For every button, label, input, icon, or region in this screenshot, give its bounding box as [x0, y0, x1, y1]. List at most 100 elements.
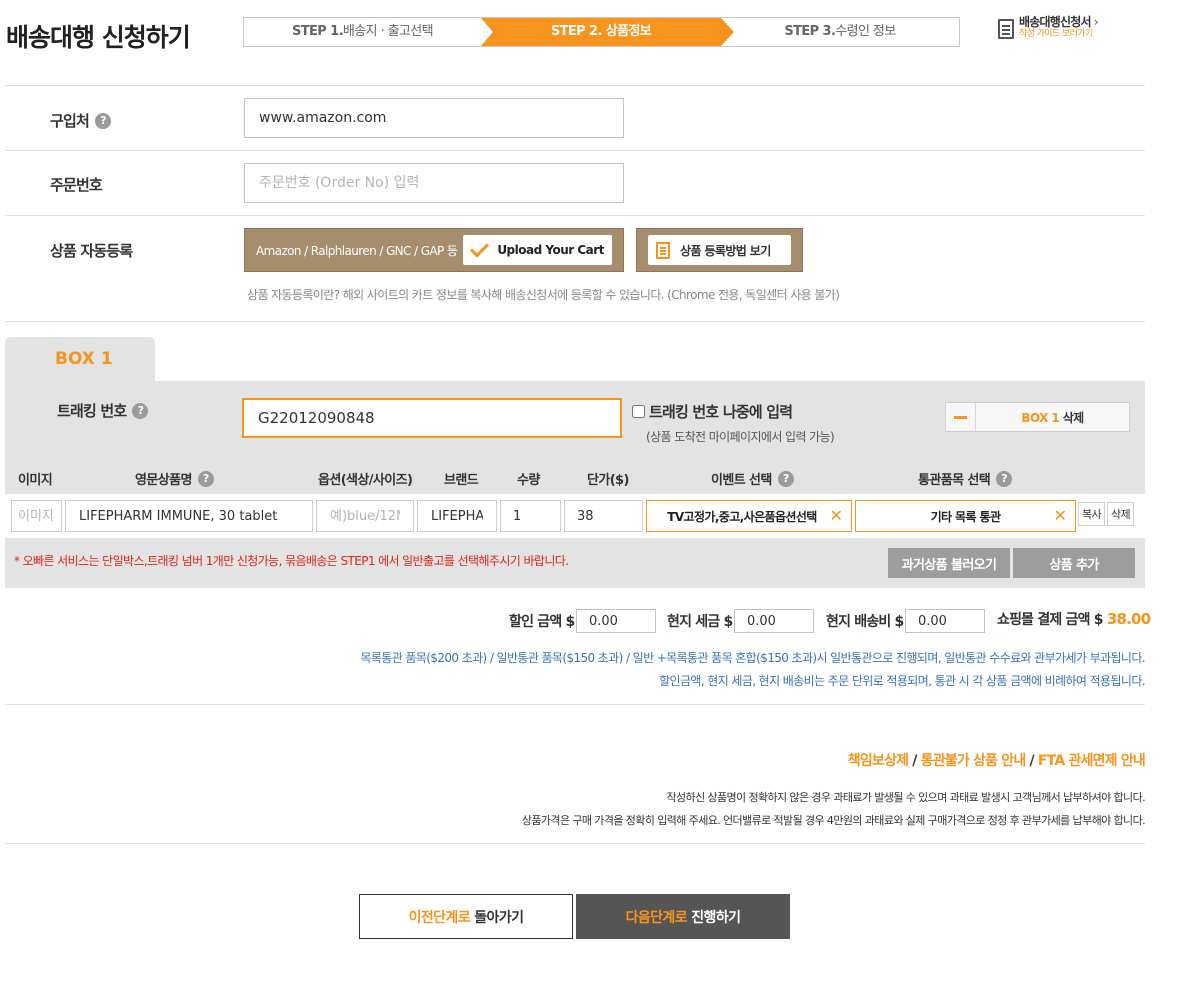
- divider: [5, 150, 1145, 151]
- step-1: STEP 1.배송지 · 출고선택: [244, 18, 481, 46]
- step-2-label: 상품정보: [605, 24, 652, 39]
- price-input[interactable]: [564, 500, 643, 532]
- brand-input[interactable]: [417, 500, 497, 532]
- price-warning: 상품가격은 구매 가격을 정확히 입력해 주세요. 언더밸류로 적발될 경우 4…: [521, 814, 1146, 827]
- prohibited-items-link[interactable]: 통관불가 상품 안내: [921, 753, 1027, 769]
- tax-input[interactable]: [734, 609, 814, 633]
- total-amount: 쇼핑몰 결제 금액 $ 38.00: [997, 609, 1151, 629]
- guide-title-text: 배송대행신청서: [1019, 15, 1091, 29]
- step-3-num: STEP 3.: [784, 24, 836, 39]
- link-separator: /: [1025, 753, 1038, 769]
- column-option: 옵션(색상/사이즈): [318, 469, 413, 488]
- customs-note-2: 할인금액, 현지 세금, 현지 배송비는 주문 단위로 적용되며, 통관 시 각…: [659, 674, 1146, 688]
- column-price-text: 단가($): [587, 473, 629, 488]
- liability-link[interactable]: 책임보상제: [848, 753, 909, 769]
- product-name-warning: 작성하신 상품명이 정확하지 않은 경우 과태료가 발생될 수 있으며 과태료 …: [666, 791, 1146, 804]
- supported-stores-text: Amazon / Ralphlauren / GNC / GAP 등: [256, 243, 458, 258]
- store-input[interactable]: [244, 98, 624, 138]
- column-qty: 수량: [517, 469, 540, 488]
- customs-select[interactable]: 기타 목록 통관 ✕: [855, 500, 1076, 532]
- column-customs-text: 통관품목 선택: [918, 473, 991, 488]
- delete-box-button[interactable]: BOX 1 삭제: [945, 402, 1130, 432]
- next-highlight: 다음단계로: [625, 909, 688, 926]
- close-x-icon[interactable]: ✕: [830, 507, 843, 525]
- tracking-label-text: 트래킹 번호: [57, 402, 127, 420]
- product-name-input[interactable]: [65, 500, 313, 532]
- link-separator: /: [908, 753, 921, 769]
- column-product-name: 영문상품명?: [135, 469, 214, 488]
- tax-label: 현지 세금 $: [667, 614, 733, 630]
- upload-cart-inner[interactable]: Upload Your Cart: [463, 235, 612, 265]
- howto-button[interactable]: 상품 등록방법 보기: [636, 228, 803, 272]
- fta-link[interactable]: FTA 관세면제 안내: [1038, 753, 1146, 769]
- tracking-later-option[interactable]: 트래킹 번호 나중에 입력: [632, 401, 793, 422]
- copy-row-button[interactable]: 복사: [1078, 502, 1105, 526]
- option-input[interactable]: [316, 500, 414, 532]
- previous-step-button[interactable]: 이전단계로 돌아가기: [359, 894, 573, 939]
- add-product-button[interactable]: 상품 추가: [1013, 548, 1135, 578]
- question-circle-icon[interactable]: ?: [95, 112, 112, 129]
- check-icon: [467, 238, 491, 262]
- total-amount-label: 쇼핑몰 결제 금액 $: [997, 612, 1104, 628]
- question-circle-icon[interactable]: ?: [996, 470, 1013, 487]
- quantity-input[interactable]: [500, 500, 561, 532]
- upload-cart-button[interactable]: Amazon / Ralphlauren / GNC / GAP 등 Uploa…: [244, 228, 624, 272]
- divider: [5, 85, 1145, 86]
- event-select-value: TV고정가,중고,사은품옵션선택: [667, 509, 817, 524]
- auto-register-label: 상품 자동등록: [50, 240, 133, 261]
- divider: [5, 321, 1145, 322]
- column-image: 이미지: [18, 469, 53, 488]
- guide-link[interactable]: 배송대행신청서 › 작성 가이드 보러가기: [998, 15, 1098, 40]
- question-circle-icon[interactable]: ?: [197, 470, 214, 487]
- auto-register-label-text: 상품 자동등록: [50, 242, 133, 260]
- delete-row-button[interactable]: 삭제: [1107, 502, 1134, 526]
- customs-note-1: 목록통관 품목($200 초과) / 일반통관 품목($150 초과) / 일반…: [360, 651, 1145, 665]
- column-event: 이벤트 선택?: [711, 469, 794, 488]
- discount-input[interactable]: [576, 609, 656, 633]
- question-circle-icon[interactable]: ?: [777, 470, 794, 487]
- column-option-text: 옵션(색상/사이즈): [318, 473, 413, 488]
- step-3: STEP 3.수령인 정보: [721, 18, 959, 46]
- tracking-label: 트래킹 번호?: [57, 400, 149, 421]
- close-x-icon[interactable]: ✕: [1054, 507, 1067, 525]
- column-product-name-text: 영문상품명: [135, 473, 192, 488]
- step-1-num: STEP 1.: [291, 24, 344, 39]
- howto-inner[interactable]: 상품 등록방법 보기: [648, 235, 791, 265]
- question-circle-icon[interactable]: ?: [132, 402, 149, 419]
- box-tab-label: BOX 1: [55, 349, 113, 369]
- tracking-number-input[interactable]: [242, 398, 622, 438]
- guide-title: 배송대행신청서 ›: [1019, 15, 1098, 29]
- total-amount-value: 38.00: [1106, 610, 1151, 628]
- step-3-label: 수령인 정보: [835, 24, 896, 39]
- step-notch: [481, 18, 493, 46]
- info-links: 책임보상제 / 통관불가 상품 안내 / FTA 관세면제 안내: [848, 750, 1146, 770]
- load-past-products-button[interactable]: 과거상품 불러오기: [888, 548, 1010, 578]
- express-warning: * 오빠른 서비스는 단일박스,트래킹 넘버 1개만 신청가능, 묶음배송은 S…: [14, 554, 569, 568]
- column-brand: 브랜드: [444, 469, 479, 488]
- shipping-input[interactable]: [905, 609, 985, 633]
- column-image-text: 이미지: [18, 473, 53, 488]
- prev-rest: 돌아가기: [470, 909, 524, 926]
- store-label-text: 구입처: [50, 112, 90, 130]
- chevron-right-icon: ›: [1093, 15, 1099, 29]
- prev-highlight: 이전단계로: [408, 909, 471, 926]
- next-step-button[interactable]: 다음단계로 진행하기: [576, 894, 790, 939]
- howto-label: 상품 등록방법 보기: [680, 243, 771, 258]
- upload-cart-label: Upload Your Cart: [497, 243, 604, 257]
- tracking-later-checkbox[interactable]: [632, 405, 645, 418]
- next-rest: 진행하기: [687, 909, 741, 926]
- divider: [5, 843, 1145, 844]
- minus-icon: [946, 403, 976, 431]
- order-number-input[interactable]: [244, 163, 624, 203]
- step-progress: STEP 1.배송지 · 출고선택 STEP 2. 상품정보 STEP 3.수령…: [243, 17, 960, 47]
- image-input[interactable]: [11, 500, 62, 532]
- discount-label: 할인 금액 $: [509, 614, 575, 630]
- divider: [5, 215, 1145, 216]
- step-2-num: STEP 2.: [550, 24, 603, 39]
- auto-register-note: 상품 자동등록이란? 해외 사이트의 카트 정보를 복사해 배송신청서에 등록할…: [247, 288, 840, 302]
- page-title: 배송대행 신청하기: [6, 23, 191, 52]
- delete-box-suffix: 삭제: [1062, 410, 1084, 425]
- step-2-active: STEP 2. 상품정보: [481, 18, 734, 46]
- event-select[interactable]: TV고정가,중고,사은품옵션선택 ✕: [646, 500, 852, 532]
- document-icon: [998, 19, 1014, 39]
